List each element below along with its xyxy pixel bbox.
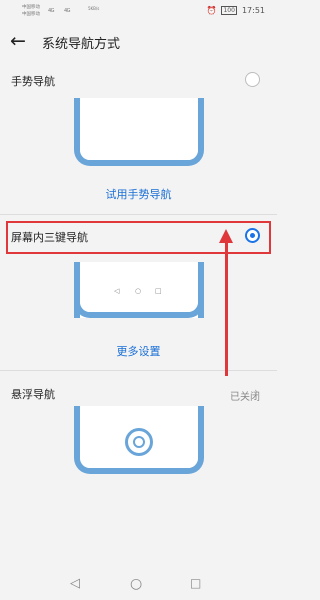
carrier-1: 中国移动 — [22, 5, 40, 10]
option-gesture-radio[interactable] — [245, 72, 260, 87]
floating-button-icon — [125, 428, 153, 456]
system-nav-bar: ◁ ○ □ — [0, 570, 277, 600]
network-speed: 5KB/s — [88, 6, 100, 11]
mini-home-icon: ○ — [135, 287, 142, 295]
try-gesture-link[interactable]: 试用手势导航 — [0, 186, 277, 202]
mini-back-icon: ◁ — [114, 287, 120, 295]
clock: 17:51 — [241, 6, 265, 15]
status-bar: 中国移动 中国移动 4G 4G 5KB/s ⏰ 100 17:51 — [0, 0, 277, 24]
arrow-left-icon[interactable]: ← — [10, 28, 26, 54]
gesture-phone-illustration — [74, 98, 204, 166]
circle-home-icon[interactable]: ○ — [130, 576, 142, 592]
divider — [0, 370, 277, 371]
page-title: 系统导航方式 — [42, 37, 121, 52]
more-settings-link[interactable]: 更多设置 — [0, 343, 277, 359]
chevron-right-icon[interactable]: › — [254, 385, 258, 398]
network-1: 4G — [48, 8, 55, 14]
alarm-icon: ⏰ — [206, 6, 217, 15]
network-2: 4G — [64, 8, 71, 14]
divider — [0, 214, 277, 215]
status-right: ⏰ 100 17:51 — [207, 6, 265, 15]
option-three-key-label: 屏幕内三键导航 — [11, 231, 88, 244]
title-bar: ← 系统导航方式 — [0, 26, 277, 60]
three-key-phone-frame: ◁ ○ □ — [74, 262, 204, 318]
option-floating-label: 悬浮导航 — [11, 388, 55, 401]
mini-recent-icon: □ — [155, 287, 162, 295]
triangle-back-icon[interactable]: ◁ — [70, 576, 80, 591]
carrier-2: 中国移动 — [22, 12, 40, 17]
option-three-key-radio[interactable] — [245, 228, 260, 243]
annotation-arrow-line — [225, 240, 228, 376]
option-gesture-label: 手势导航 — [11, 75, 55, 88]
battery-icon: 100 — [221, 6, 237, 15]
floating-phone-illustration — [74, 406, 204, 474]
square-recent-icon[interactable]: □ — [190, 576, 201, 590]
